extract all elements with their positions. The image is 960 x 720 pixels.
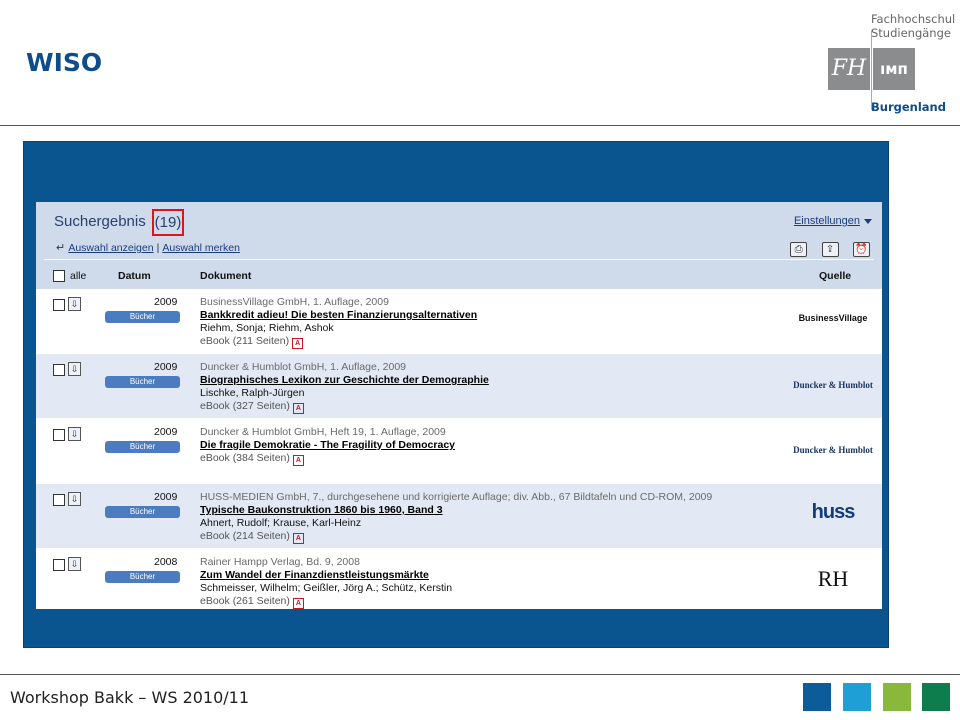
row-year: 2009: [154, 426, 178, 438]
download-icon[interactable]: ⇩: [68, 362, 81, 376]
result-row: ⇩ 2009 Bücher Duncker & Humblot GmbH, 1.…: [36, 354, 882, 419]
row-title-link[interactable]: Typische Baukonstruktion 1860 bis 1960, …: [200, 504, 443, 516]
footer-square-3: [883, 683, 911, 711]
row-authors: Schmeisser, Wilhelm; Geißler, Jörg A.; S…: [200, 582, 453, 594]
print-icon[interactable]: ⎙: [790, 242, 808, 257]
header-divider: [44, 259, 874, 260]
row-year: 2009: [154, 361, 178, 373]
download-icon[interactable]: ⇩: [68, 297, 81, 311]
results-title: Suchergebnis: [54, 213, 146, 230]
row-year: 2008: [154, 556, 178, 568]
ebook-label: eBook (211 Seiten): [200, 335, 290, 347]
show-selection-link[interactable]: Auswahl anzeigen: [68, 242, 153, 254]
pdf-icon[interactable]: A: [292, 533, 304, 544]
source-logo-huss: huss: [811, 501, 856, 523]
select-all-label: alle: [70, 270, 87, 282]
doc-type-badge: Bücher: [105, 506, 180, 518]
settings-dropdown[interactable]: Einstellungen: [794, 215, 872, 227]
row-checkbox[interactable]: [53, 364, 65, 376]
doc-type-badge: Bücher: [105, 376, 180, 388]
row-publisher: HUSS-MEDIEN GmbH, 7., durchgesehene und …: [200, 491, 713, 503]
doc-type-badge: Bücher: [105, 441, 180, 453]
logo-fh-box: FH: [828, 48, 870, 90]
source-logo-duncker-humblot: Duncker & Humblot: [793, 380, 873, 390]
source-logo-rainer-hampp: RH: [817, 566, 849, 591]
logo-line-1: Fachhochschul: [871, 12, 956, 26]
column-date[interactable]: Datum: [118, 270, 151, 282]
logo-line-2: Studiengänge: [871, 26, 951, 40]
row-publisher: Duncker & Humblot GmbH, 1. Auflage, 2009: [200, 361, 407, 373]
row-authors: Riehm, Sonja; Riehm, Ashok: [200, 322, 334, 334]
result-list: ⇩ 2009 Bücher BusinessVillage GmbH, 1. A…: [36, 289, 882, 609]
export-icon[interactable]: ⇪: [821, 242, 839, 257]
row-title-link[interactable]: Zum Wandel der Finanzdienstleistungsmärk…: [200, 569, 429, 581]
row-authors: Ahnert, Rudolf; Krause, Karl-Heinz: [200, 517, 362, 529]
footer-rule: [0, 674, 960, 675]
chevron-down-icon: [864, 218, 872, 224]
row-ebook[interactable]: eBook (384 Seiten) A: [200, 452, 304, 466]
fh-burgenland-logo: Fachhochschul Studiengänge FH ıмп Burgen…: [826, 12, 956, 116]
row-title-link[interactable]: Bankkredit adieu! Die besten Finanzierun…: [200, 309, 477, 321]
alarm-icon[interactable]: ⏰: [853, 242, 870, 257]
pdf-icon[interactable]: A: [292, 338, 304, 349]
row-checkbox[interactable]: [53, 494, 65, 506]
footer-square-1: [803, 683, 831, 711]
doc-type-badge: Bücher: [105, 311, 180, 323]
select-all-checkbox[interactable]: [53, 270, 65, 282]
ebook-label: eBook (214 Seiten): [200, 530, 290, 542]
toolbar-icons: ⎙ ⇪ ⏰: [780, 239, 870, 257]
row-ebook[interactable]: eBook (261 Seiten) A: [200, 595, 304, 609]
row-checkbox[interactable]: [53, 559, 65, 571]
column-source[interactable]: Quelle: [819, 270, 851, 282]
row-checkbox[interactable]: [53, 299, 65, 311]
pdf-icon[interactable]: A: [292, 403, 304, 414]
download-icon[interactable]: ⇩: [68, 427, 81, 441]
footer-square-4: [922, 683, 950, 711]
row-title-link[interactable]: Die fragile Demokratie - The Fragility o…: [200, 439, 455, 451]
results-count-highlight: (19): [152, 209, 184, 236]
source-logo-businessvillage: BusinessVillage: [798, 313, 868, 323]
doc-type-badge: Bücher: [105, 571, 180, 583]
footer-square-2: [843, 683, 871, 711]
result-row: ⇩ 2009 Bücher HUSS-MEDIEN GmbH, 7., durc…: [36, 484, 882, 549]
ebook-label: eBook (261 Seiten): [200, 595, 290, 607]
row-ebook[interactable]: eBook (327 Seiten) A: [200, 400, 304, 414]
selection-links: ↵ Auswahl anzeigen | Auswahl merken: [56, 241, 240, 254]
logo-building-box: ıмп: [873, 48, 915, 90]
results-header: Suchergebnis (19) Einstellungen ↵ Auswah…: [36, 202, 882, 270]
download-icon[interactable]: ⇩: [68, 557, 81, 571]
row-publisher: Duncker & Humblot GmbH, Heft 19, 1. Aufl…: [200, 426, 446, 438]
link-separator: |: [156, 242, 160, 254]
column-document[interactable]: Dokument: [200, 270, 251, 282]
ebook-label: eBook (327 Seiten): [200, 400, 290, 412]
row-year: 2009: [154, 491, 178, 503]
row-ebook[interactable]: eBook (211 Seiten) A: [200, 335, 304, 349]
search-results-panel: Suchergebnis (19) Einstellungen ↵ Auswah…: [36, 202, 882, 609]
header-rule: [0, 125, 960, 126]
logo-divider: [871, 30, 872, 110]
screenshot-frame: Suchergebnis (19) Einstellungen ↵ Auswah…: [23, 141, 889, 648]
settings-label: Einstellungen: [793, 215, 860, 227]
result-row: ⇩ 2009 Bücher BusinessVillage GmbH, 1. A…: [36, 289, 882, 354]
row-title-link[interactable]: Biographisches Lexikon zur Geschichte de…: [200, 374, 489, 386]
row-ebook[interactable]: eBook (214 Seiten) A: [200, 530, 304, 544]
slide-title: WISO: [26, 48, 103, 77]
row-authors: Lischke, Ralph-Jürgen: [200, 387, 305, 399]
row-publisher: Rainer Hampp Verlag, Bd. 9, 2008: [200, 556, 360, 568]
footer-text: Workshop Bakk – WS 2010/11: [10, 688, 250, 707]
row-checkbox[interactable]: [53, 429, 65, 441]
download-icon[interactable]: ⇩: [68, 492, 81, 506]
row-publisher: BusinessVillage GmbH, 1. Auflage, 2009: [200, 296, 389, 308]
row-year: 2009: [154, 296, 178, 308]
return-arrow-icon: ↵: [56, 242, 66, 254]
result-row: ⇩ 2009 Bücher Duncker & Humblot GmbH, He…: [36, 419, 882, 484]
column-header: alle Datum Dokument Quelle: [36, 263, 882, 289]
pdf-icon[interactable]: A: [292, 598, 304, 609]
logo-burgenland: Burgenland: [871, 100, 946, 114]
ebook-label: eBook (384 Seiten): [200, 452, 290, 464]
remember-selection-link[interactable]: Auswahl merken: [162, 242, 240, 254]
pdf-icon[interactable]: A: [292, 455, 304, 466]
source-logo-duncker-humblot: Duncker & Humblot: [793, 445, 873, 455]
result-row: ⇩ 2008 Bücher Rainer Hampp Verlag, Bd. 9…: [36, 549, 882, 609]
